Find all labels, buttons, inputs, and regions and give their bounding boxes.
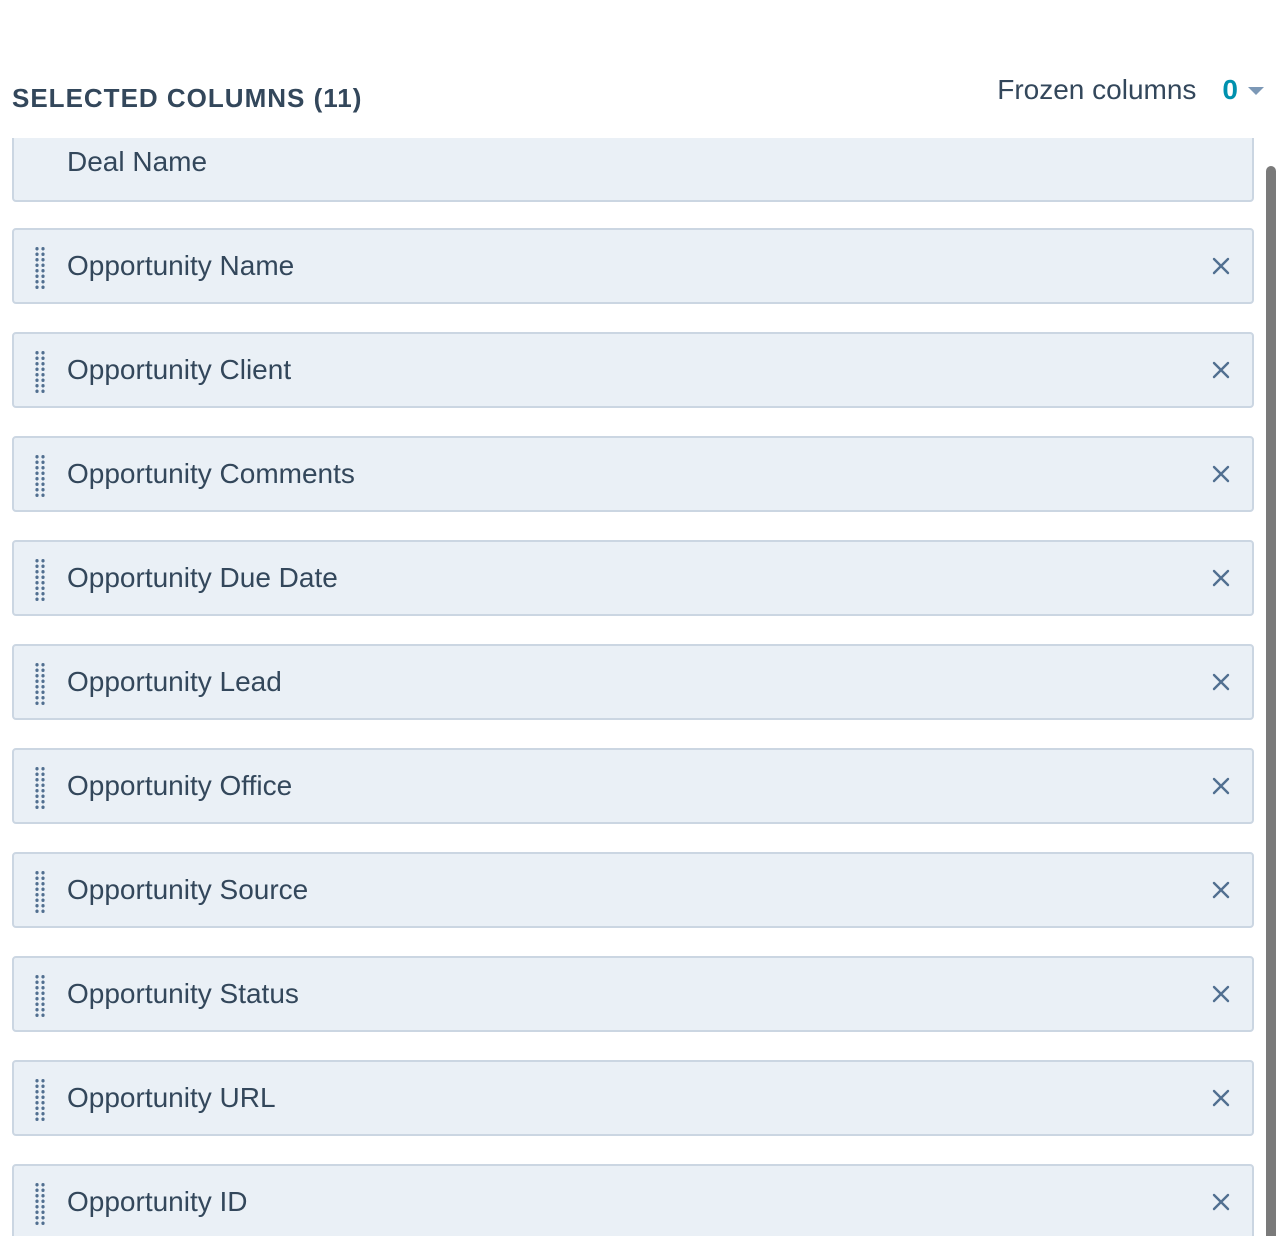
column-label: Opportunity URL [67,1082,276,1113]
panel-header: SELECTED COLUMNS (11) Frozen columns 0 [0,0,1278,138]
scrollbar[interactable] [1264,138,1278,1236]
section-title: SELECTED COLUMNS (11) [12,83,363,113]
column-item[interactable]: Opportunity Status [12,956,1254,1032]
drag-handle-icon[interactable] [34,350,46,394]
drag-handle-icon[interactable] [34,1182,46,1226]
column-label: Opportunity Office [67,770,293,801]
drag-handle-icon[interactable] [34,662,46,706]
column-item[interactable]: Opportunity URL [12,1060,1254,1136]
column-item[interactable]: Opportunity Client [12,332,1254,408]
column-item[interactable]: Opportunity Source [12,852,1254,928]
selected-columns-panel: SELECTED COLUMNS (11) Frozen columns 0 D… [0,0,1278,1236]
drag-handle-icon[interactable] [34,870,46,914]
drag-handle-icon[interactable] [34,1078,46,1122]
column-item[interactable]: Opportunity Lead [12,644,1254,720]
column-item[interactable]: Opportunity Due Date [12,540,1254,616]
column-label: Opportunity Comments [67,458,355,489]
close-icon[interactable] [1210,1087,1232,1109]
frozen-columns-value: 0 [1222,74,1238,105]
column-label: Deal Name [67,146,208,177]
drag-handle-icon[interactable] [34,454,46,498]
column-label: Opportunity Lead [67,666,282,697]
close-icon[interactable] [1210,671,1232,693]
drag-handle-icon[interactable] [34,766,46,810]
column-label: Opportunity Name [67,250,295,281]
close-icon[interactable] [1210,255,1232,277]
column-item[interactable]: Opportunity Name [12,228,1254,304]
column-item-fixed: Deal Name [12,138,1254,202]
column-label: Opportunity ID [67,1186,248,1217]
close-icon[interactable] [1210,567,1232,589]
close-icon[interactable] [1210,463,1232,485]
close-icon[interactable] [1210,775,1232,797]
column-item[interactable]: Opportunity ID [12,1164,1254,1236]
column-label: Opportunity Due Date [67,562,338,593]
chevron-down-icon [1248,87,1264,95]
drag-handle-icon[interactable] [34,246,46,290]
frozen-columns-dropdown[interactable]: 0 [1222,74,1264,106]
column-label: Opportunity Client [67,354,292,385]
close-icon[interactable] [1210,879,1232,901]
selected-columns-list: Deal Name Opportunity Name Opportunity C… [0,138,1278,1236]
drag-handle-icon[interactable] [34,974,46,1018]
close-icon[interactable] [1210,359,1232,381]
scrollbar-thumb[interactable] [1266,166,1276,1236]
column-label: Opportunity Status [67,978,299,1009]
close-icon[interactable] [1210,1191,1232,1213]
close-icon[interactable] [1210,983,1232,1005]
frozen-columns-label: Frozen columns [997,74,1197,105]
column-item[interactable]: Opportunity Office [12,748,1254,824]
frozen-columns-control: Frozen columns 0 [997,72,1264,108]
column-label: Opportunity Source [67,874,309,905]
drag-handle-icon[interactable] [34,558,46,602]
column-item[interactable]: Opportunity Comments [12,436,1254,512]
